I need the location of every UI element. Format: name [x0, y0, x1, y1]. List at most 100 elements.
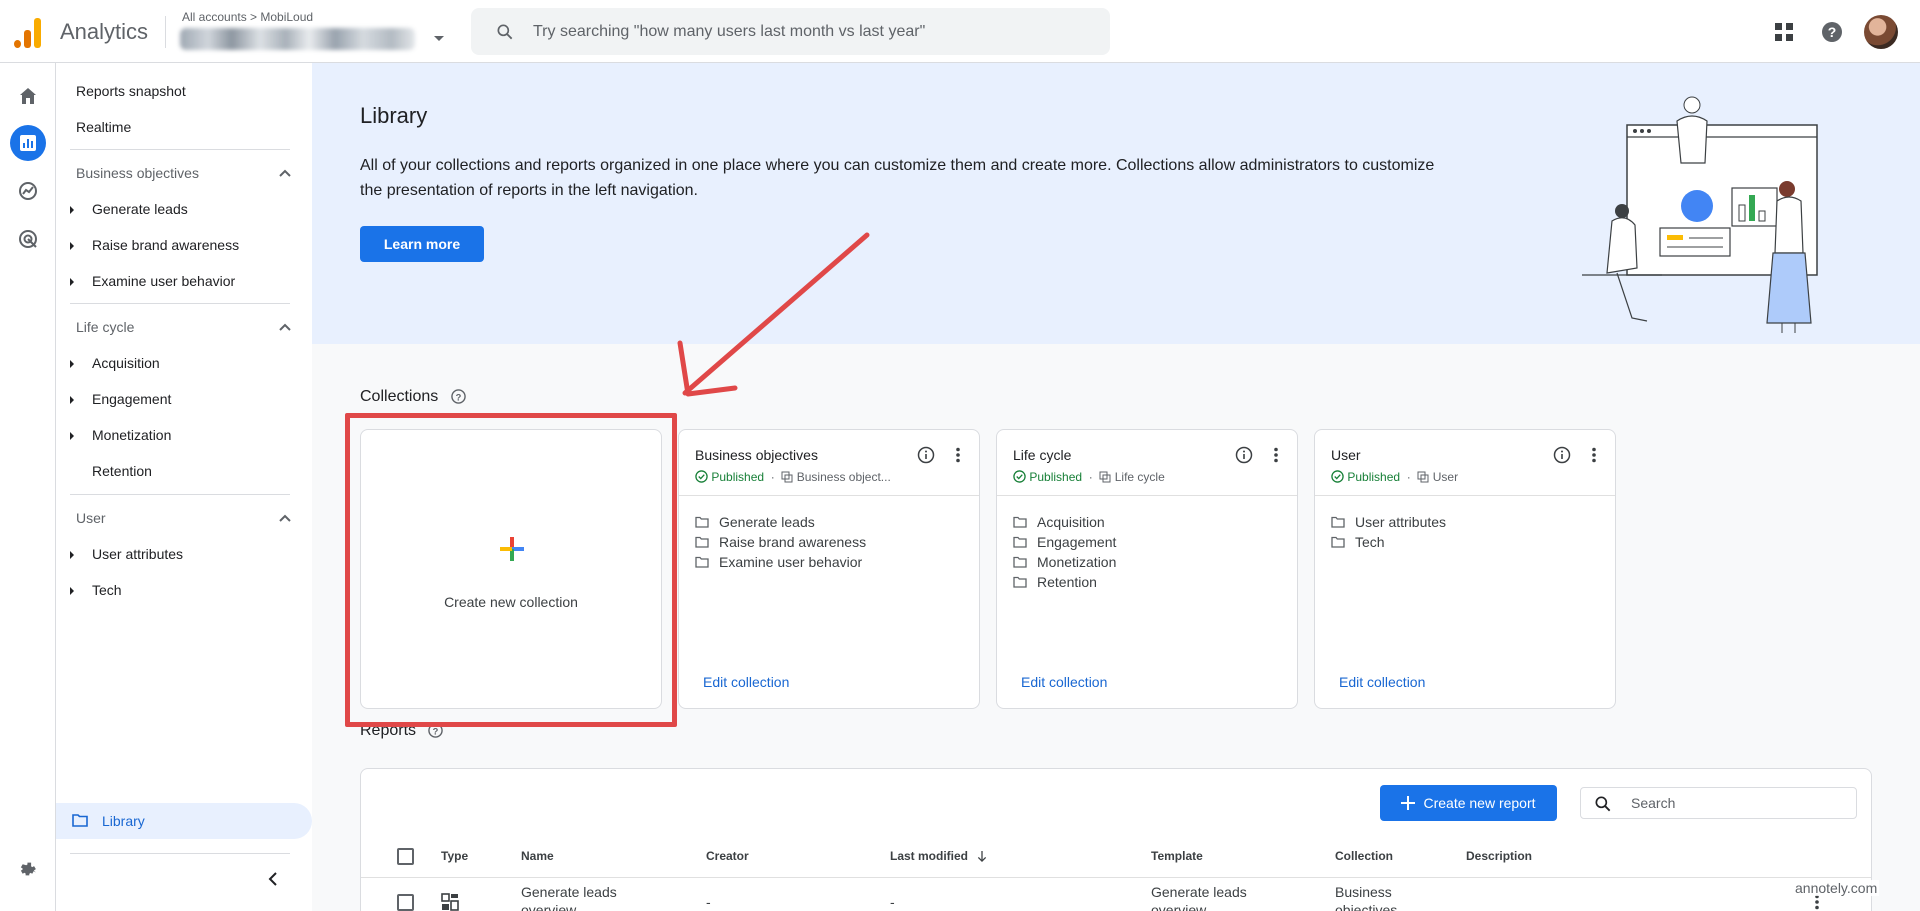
- nav-section-user[interactable]: User: [76, 510, 291, 526]
- collection-title: Life cycle: [1013, 447, 1072, 463]
- account-picker-caret-icon[interactable]: [434, 36, 444, 41]
- list-item[interactable]: Examine user behavior: [695, 552, 866, 572]
- nav-section-business-objectives[interactable]: Business objectives: [76, 165, 291, 181]
- analytics-logo[interactable]: [14, 16, 42, 48]
- reports-icon[interactable]: [10, 125, 46, 161]
- column-header-name[interactable]: Name: [521, 849, 554, 863]
- folder-icon: [695, 516, 709, 528]
- annotation-highlight-box: [345, 413, 677, 727]
- column-header-last-modified[interactable]: Last modified: [890, 849, 987, 863]
- list-item[interactable]: Tech: [1331, 532, 1446, 552]
- more-vert-icon[interactable]: [1585, 446, 1603, 464]
- row-checkbox[interactable]: [397, 894, 414, 911]
- collection-report-list: Generate leads Raise brand awareness Exa…: [695, 512, 866, 572]
- search-icon: [497, 24, 513, 40]
- list-item[interactable]: Engagement: [1013, 532, 1116, 552]
- collection-meta: Published · User: [1331, 470, 1561, 484]
- left-rail: [0, 63, 56, 911]
- collapse-sidebar-icon[interactable]: [266, 871, 280, 887]
- collections-heading: Collections ?: [360, 388, 466, 406]
- help-circle-icon[interactable]: ?: [450, 389, 466, 405]
- plus-icon: [1401, 796, 1416, 810]
- explore-icon[interactable]: [10, 173, 46, 209]
- search-bar[interactable]: [471, 8, 1110, 55]
- report-last-modified: -: [890, 894, 895, 910]
- reports-search[interactable]: [1580, 787, 1857, 819]
- expand-arrow-icon: [70, 206, 74, 214]
- more-vert-icon[interactable]: [949, 446, 967, 464]
- column-header-creator[interactable]: Creator: [706, 849, 749, 863]
- advertising-icon[interactable]: [10, 221, 46, 257]
- create-new-report-button[interactable]: Create new report: [1380, 785, 1557, 821]
- template-link-icon: [781, 471, 793, 483]
- column-header-collection[interactable]: Collection: [1335, 849, 1393, 863]
- nav-item-raise-brand-awareness[interactable]: Raise brand awareness: [56, 237, 296, 253]
- folder-icon: [1013, 556, 1027, 568]
- list-item[interactable]: Raise brand awareness: [695, 532, 866, 552]
- edit-collection-link[interactable]: Edit collection: [1021, 674, 1107, 690]
- account-property-name-blurred[interactable]: [180, 28, 415, 50]
- list-item[interactable]: Retention: [1013, 572, 1116, 592]
- info-icon[interactable]: [1235, 446, 1253, 464]
- admin-settings-icon[interactable]: [10, 851, 46, 887]
- nav-divider: [70, 303, 290, 304]
- account-avatar[interactable]: [1864, 15, 1898, 49]
- status-published: Published: [1347, 470, 1401, 484]
- learn-more-button[interactable]: Learn more: [360, 226, 484, 262]
- nav-item-retention[interactable]: Retention: [56, 463, 296, 479]
- nav-item-user-attributes[interactable]: User attributes: [56, 546, 296, 562]
- select-all-checkbox[interactable]: [397, 848, 414, 865]
- nav-library[interactable]: Library: [56, 803, 312, 839]
- check-circle-icon: [1013, 470, 1026, 483]
- template-link-icon: [1099, 471, 1111, 483]
- collection-title: User: [1331, 447, 1361, 463]
- chevron-up-icon: [279, 323, 291, 331]
- reports-sidebar: Reports snapshot Realtime Business objec…: [56, 63, 312, 911]
- column-header-description[interactable]: Description: [1466, 849, 1532, 863]
- home-icon[interactable]: [10, 78, 46, 114]
- help-icon[interactable]: ?: [1816, 16, 1848, 48]
- report-name[interactable]: Generate leads overview: [521, 883, 641, 911]
- nav-divider: [70, 149, 290, 150]
- nav-item-tech[interactable]: Tech: [56, 582, 296, 598]
- nav-section-life-cycle[interactable]: Life cycle: [76, 319, 291, 335]
- more-vert-icon[interactable]: [1267, 446, 1285, 464]
- edit-collection-link[interactable]: Edit collection: [703, 674, 789, 690]
- nav-item-monetization[interactable]: Monetization: [56, 427, 296, 443]
- list-item[interactable]: Monetization: [1013, 552, 1116, 572]
- list-item[interactable]: Acquisition: [1013, 512, 1116, 532]
- expand-arrow-icon: [70, 587, 74, 595]
- edit-collection-link[interactable]: Edit collection: [1339, 674, 1425, 690]
- library-illustration: [1582, 96, 1818, 333]
- nav-divider: [70, 494, 290, 495]
- collection-card-user: User Published · User User attributes Te…: [1314, 429, 1616, 709]
- search-icon: [1595, 796, 1611, 812]
- nav-realtime[interactable]: Realtime: [76, 119, 131, 135]
- page-title: Library: [360, 103, 428, 128]
- collection-report-list: Acquisition Engagement Monetization Rete…: [1013, 512, 1116, 592]
- collection-title: Business objectives: [695, 447, 818, 463]
- nav-item-acquisition[interactable]: Acquisition: [56, 355, 296, 371]
- svg-text:?: ?: [433, 727, 439, 737]
- nav-item-examine-user-behavior[interactable]: Examine user behavior: [56, 273, 296, 289]
- nav-item-generate-leads[interactable]: Generate leads: [56, 201, 296, 217]
- nav-item-engagement[interactable]: Engagement: [56, 391, 296, 407]
- list-item[interactable]: Generate leads: [695, 512, 866, 532]
- column-header-template[interactable]: Template: [1151, 849, 1203, 863]
- nav-section-label: Business objectives: [76, 165, 199, 181]
- nav-reports-snapshot[interactable]: Reports snapshot: [76, 83, 186, 99]
- create-new-report-label: Create new report: [1423, 795, 1536, 811]
- arrow-down-icon: [978, 851, 987, 862]
- search-input[interactable]: [533, 8, 1093, 55]
- list-item[interactable]: User attributes: [1331, 512, 1446, 532]
- info-icon[interactable]: [917, 446, 935, 464]
- expand-arrow-icon: [70, 360, 74, 368]
- reports-search-input[interactable]: [1631, 788, 1851, 818]
- annotation-arrow: [677, 232, 870, 397]
- column-header-type[interactable]: Type: [441, 849, 468, 863]
- account-breadcrumb[interactable]: All accounts > MobiLoud: [182, 10, 313, 24]
- apps-grid-icon[interactable]: [1768, 16, 1800, 48]
- info-icon[interactable]: [1553, 446, 1571, 464]
- app-name: Analytics: [60, 19, 149, 44]
- expand-arrow-icon: [70, 242, 74, 250]
